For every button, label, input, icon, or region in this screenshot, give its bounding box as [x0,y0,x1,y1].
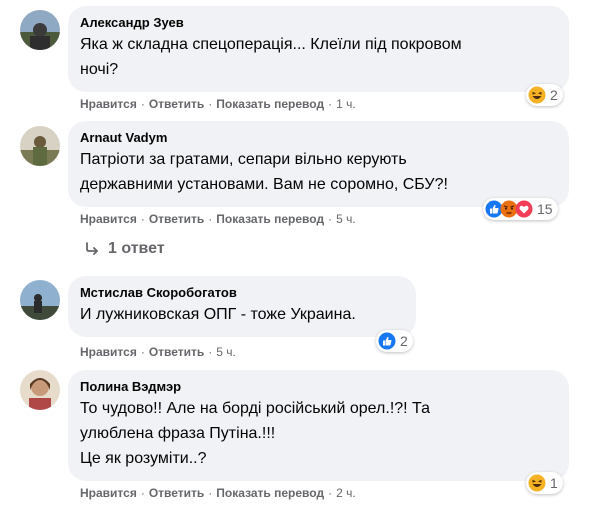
separator-dot: · [140,212,145,226]
reply-link[interactable]: Ответить [149,97,204,111]
timestamp[interactable]: 5 ч. [216,345,236,359]
view-replies-link[interactable]: 1 ответ [84,240,165,258]
separator-dot: · [140,345,145,359]
comment-text: Патріоти за гратами, сепари вільно керую… [80,147,557,197]
comment-text: То чудово!! Але на борді російський орел… [80,396,557,471]
comment-bubble: Александр Зуев Яка ж складна спецопераці… [68,6,569,92]
separator-dot: · [208,212,213,226]
comment-text-line: Це як розуміти..? [80,450,207,467]
comment-actions: Нравится · Ответить · Показать перевод · 5 ч. [80,211,356,227]
comment-text-line: Яка ж складна спецоперація... Клеїли під… [80,36,462,53]
reactions-badge[interactable]: 1 [526,472,563,494]
like-link[interactable]: Нравится [80,345,137,359]
comment-actions: Нравится · Ответить · Показать перевод · 1 ч. [80,96,356,112]
comment-author[interactable]: Александр Зуев [80,14,557,31]
separator-dot: · [208,97,213,111]
reactions-count: 1 [550,475,558,491]
reply-link[interactable]: Ответить [149,212,204,226]
haha-icon [528,474,546,492]
reply-link[interactable]: Ответить [149,486,204,500]
timestamp[interactable]: 5 ч. [336,212,356,226]
reply-arrow-icon [86,242,98,255]
comment-bubble: Arnaut Vadym Патріоти за гратами, сепари… [68,121,569,207]
separator-dot: · [328,212,333,226]
translate-link[interactable]: Показать перевод [216,212,324,226]
translate-link[interactable]: Показать перевод [216,486,324,500]
comment-bubble: Полина Вэдмэр То чудово!! Але на борді р… [68,370,569,481]
like-link[interactable]: Нравится [80,97,137,111]
reactions-badge[interactable]: 2 [376,330,413,352]
comment-text: И лужниковская ОПГ - тоже Украина. [80,302,404,327]
comment-author[interactable]: Arnaut Vadym [80,129,557,146]
avatar[interactable] [20,126,60,166]
separator-dot: · [328,486,333,500]
separator-dot: · [328,97,333,111]
reactions-count: 2 [550,87,558,103]
reactions-badge[interactable]: 2 [526,84,563,106]
reactions-count: 15 [537,201,553,217]
comment-text-line: ночі? [80,61,119,78]
comment-text-line: То чудово!! Але на борді російський орел… [80,400,430,417]
comment-text-line: улюблена фраза Путіна.!!! [80,425,276,442]
replies-label: 1 ответ [108,240,165,257]
separator-dot: · [208,345,213,359]
comment-bubble: Мстислав Скоробогатов И лужниковская ОПГ… [68,276,416,337]
timestamp[interactable]: 1 ч. [336,97,356,111]
separator-dot: · [140,97,145,111]
avatar[interactable] [20,370,60,410]
reactions-count: 2 [400,333,408,349]
timestamp[interactable]: 2 ч. [336,486,356,500]
love-icon [515,200,533,218]
comment-text-line: державними установами. Вам не соромно, С… [80,176,448,193]
comment-actions: Нравится · Ответить · 5 ч. [80,344,236,360]
like-icon [378,332,396,350]
separator-dot: · [208,486,213,500]
avatar[interactable] [20,280,60,320]
comment-author[interactable]: Полина Вэдмэр [80,378,557,395]
comment-text-line: И лужниковская ОПГ - тоже Украина. [80,306,356,323]
comment-text-line: Патріоти за гратами, сепари вільно керую… [80,151,407,168]
translate-link[interactable]: Показать перевод [216,97,324,111]
separator-dot: · [140,486,145,500]
haha-icon [528,86,546,104]
reactions-badge[interactable]: 15 [483,198,558,220]
comment-text: Яка ж складна спецоперація... Клеїли під… [80,32,557,82]
comment-actions: Нравится · Ответить · Показать перевод · 2 ч. [80,485,356,501]
like-link[interactable]: Нравится [80,486,137,500]
avatar[interactable] [20,10,60,50]
reply-link[interactable]: Ответить [149,345,204,359]
like-link[interactable]: Нравится [80,212,137,226]
comment-author[interactable]: Мстислав Скоробогатов [80,284,404,301]
